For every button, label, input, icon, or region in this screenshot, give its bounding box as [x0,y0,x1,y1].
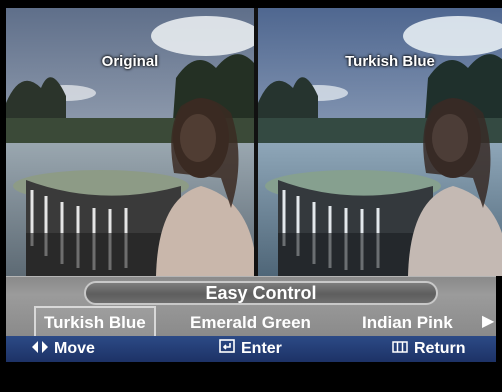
next-arrow-icon[interactable]: ▶ [482,311,494,331]
nav-move: Move [32,336,95,362]
nav-move-label: Move [54,340,95,358]
enter-icon [219,336,235,362]
menu-return-icon [392,336,408,362]
nav-return: Return [392,336,466,362]
scene-image-original [6,8,254,276]
menu-title: Easy Control [84,281,438,305]
option-turkish-blue[interactable]: Turkish Blue [34,306,156,340]
preview-label-processed: Turkish Blue [345,53,435,70]
nav-return-label: Return [414,340,466,358]
preview-processed: Turkish Blue [258,8,502,276]
nav-enter: Enter [219,336,282,362]
preview-label-original: Original [101,53,159,70]
left-right-arrows-icon [32,336,48,362]
tv-screen: Original Turkish Blue Easy Control Turki… [0,0,502,392]
nav-enter-label: Enter [241,340,282,358]
preview-original: Original [6,8,254,276]
easy-control-panel: Easy Control Turkish Blue Emerald Green … [6,276,496,340]
nav-hint-bar: Move Enter Return [6,336,496,362]
option-indian-pink[interactable]: Indian Pink [362,309,453,337]
option-list: Turkish Blue Emerald Green Indian Pink ▶ [6,306,496,340]
scene-image-processed [258,8,502,276]
option-emerald-green[interactable]: Emerald Green [190,309,311,337]
